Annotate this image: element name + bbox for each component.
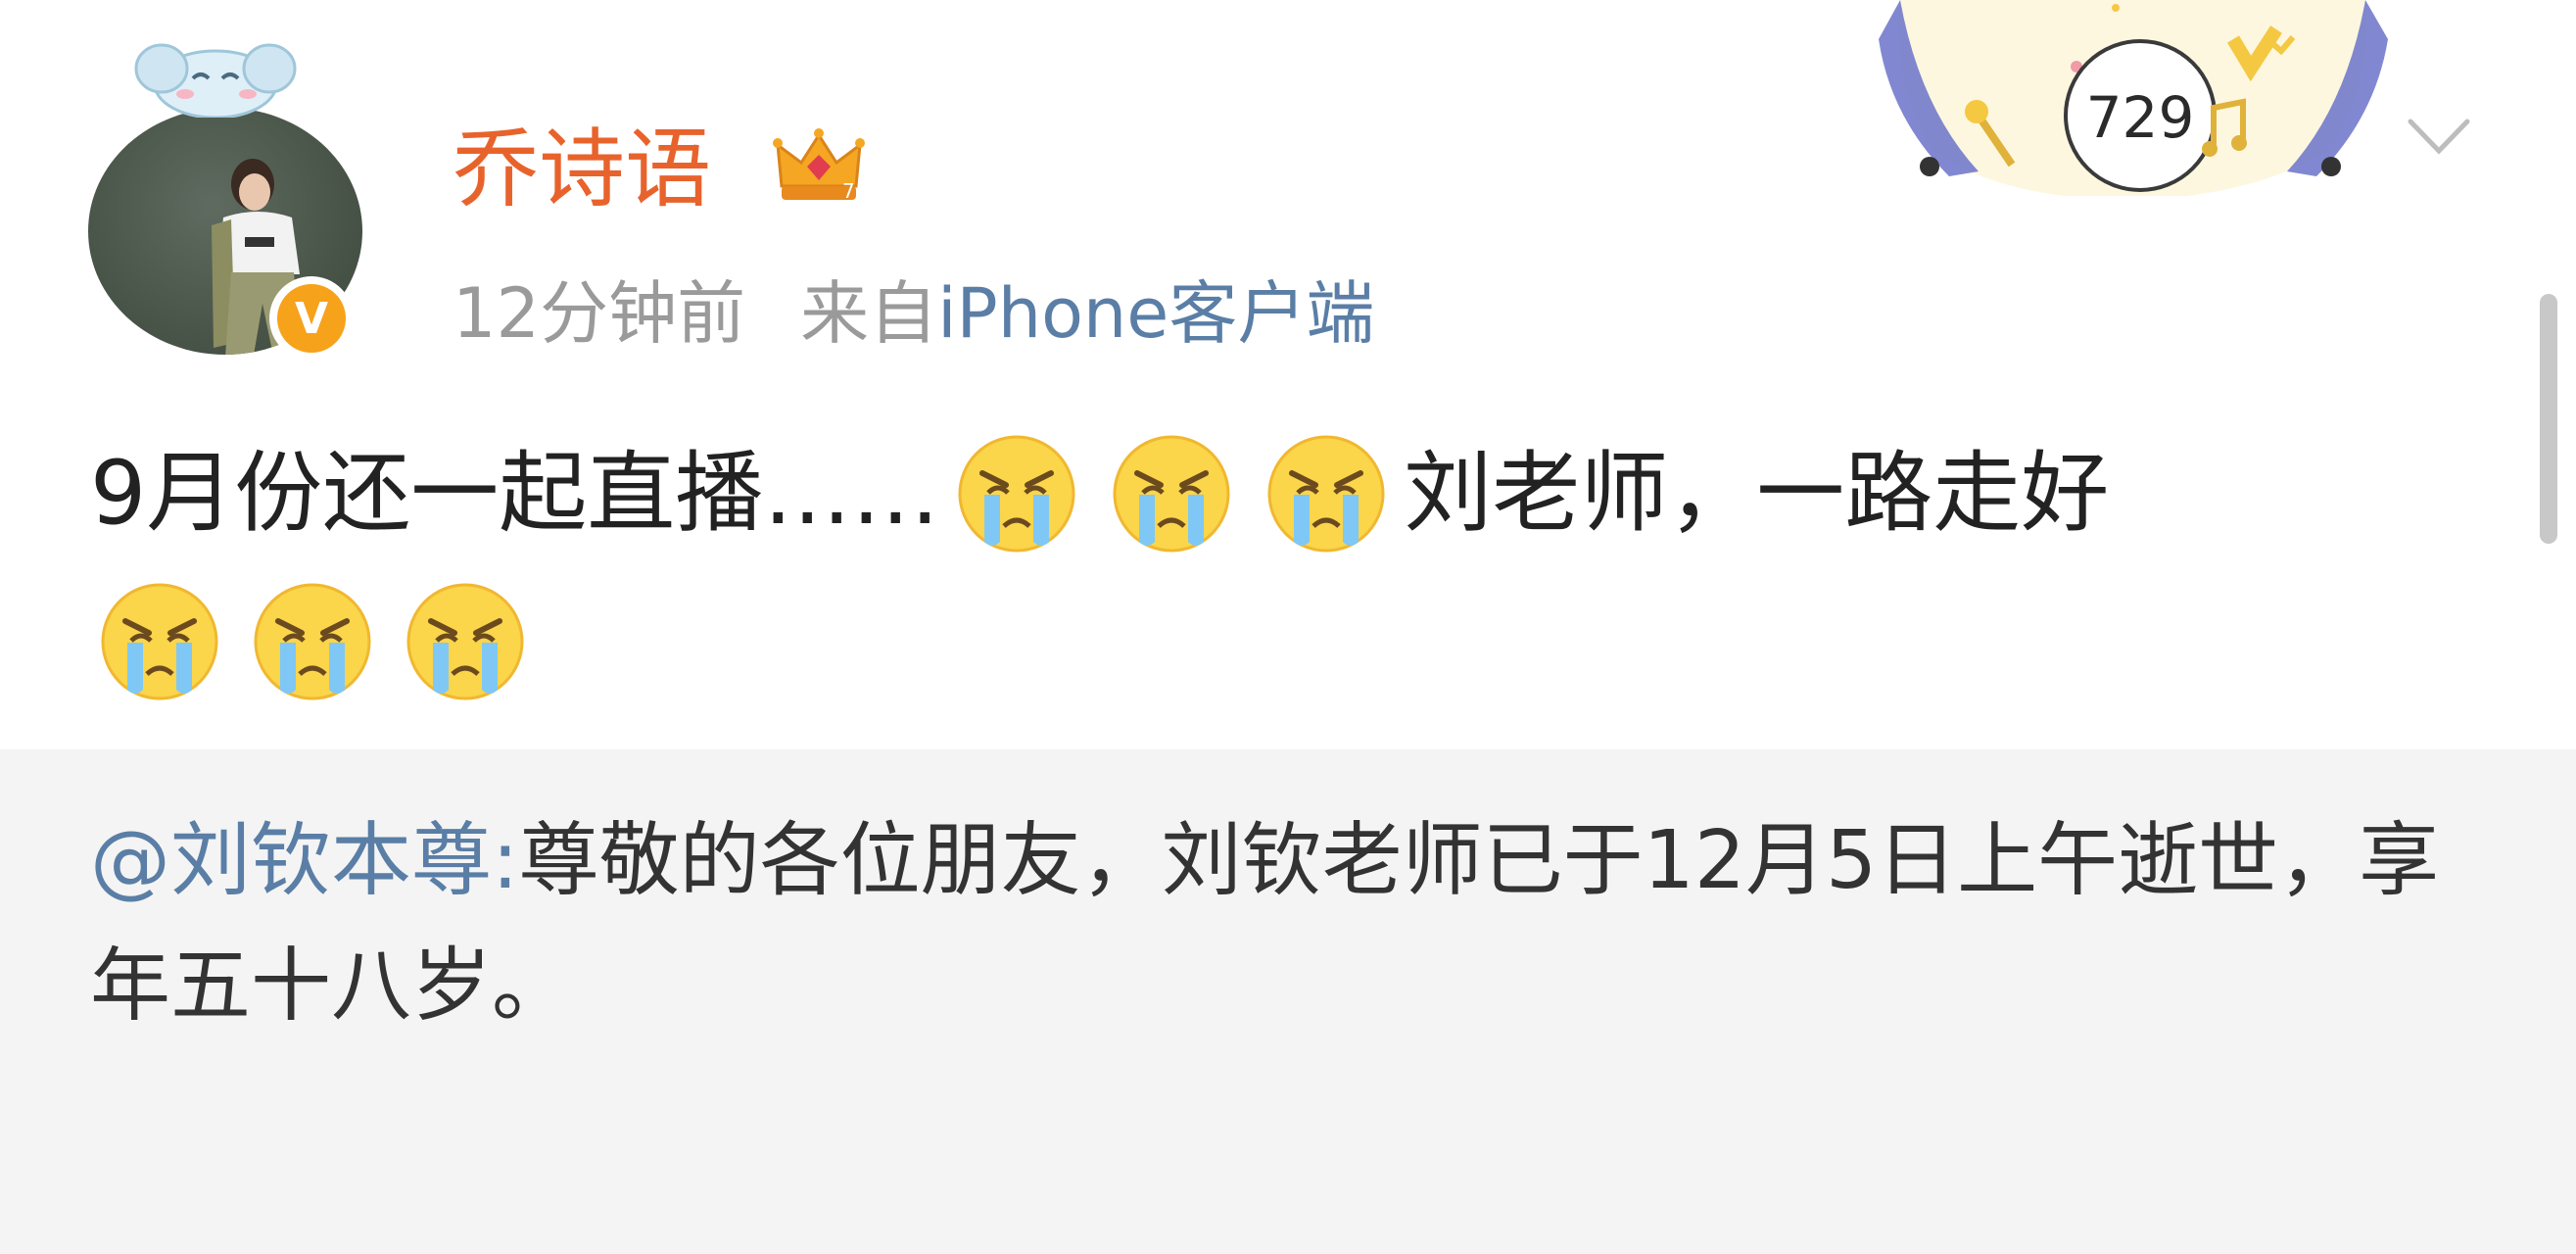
mention-link[interactable]: @刘钦本尊 xyxy=(90,814,492,907)
mention-separator: : xyxy=(492,814,519,907)
verified-badge-icon: V xyxy=(269,276,354,361)
crying-emoji-icon xyxy=(1110,432,1233,555)
weibo-post: V 乔诗语 7 12分钟前 来自iPhone客户端 729 9月份还一起直播……… xyxy=(0,0,2576,749)
post-meta: 12分钟前 来自iPhone客户端 xyxy=(453,266,1374,361)
avatar-pendant-elephant xyxy=(134,43,297,118)
crying-emoji-icon xyxy=(98,580,221,703)
crown-icon[interactable]: 7 xyxy=(772,118,866,212)
crying-emoji-icon xyxy=(1264,432,1388,555)
crying-emoji-icon xyxy=(251,580,374,703)
repost-text: @刘钦本尊:尊敬的各位朋友，刘钦老师已于12月5日上午逝世，享年五十八岁。 xyxy=(90,798,2500,1049)
crying-emoji-icon xyxy=(404,580,527,703)
post-text-part-1: 9月份还一起直播…… xyxy=(90,442,940,545)
post-text-line-1: 9月份还一起直播…… 刘老师，一路走好 xyxy=(90,425,2109,562)
post-time: 12分钟前 xyxy=(453,273,746,354)
source-link[interactable]: iPhone客户端 xyxy=(937,273,1374,354)
chevron-down-icon[interactable] xyxy=(2405,108,2473,167)
svg-text:7: 7 xyxy=(842,179,855,203)
scrollbar[interactable] xyxy=(2540,294,2557,544)
username[interactable]: 乔诗语 xyxy=(453,116,711,223)
card-number: 729 xyxy=(2086,84,2195,151)
fan-card-badge[interactable]: 729 xyxy=(1871,0,2395,196)
crying-emoji-icon xyxy=(955,432,1078,555)
post-text-part-2: 刘老师，一路走好 xyxy=(1404,442,2110,545)
post-text-line-2 xyxy=(98,580,556,703)
source-prefix: 来自 xyxy=(800,273,938,354)
